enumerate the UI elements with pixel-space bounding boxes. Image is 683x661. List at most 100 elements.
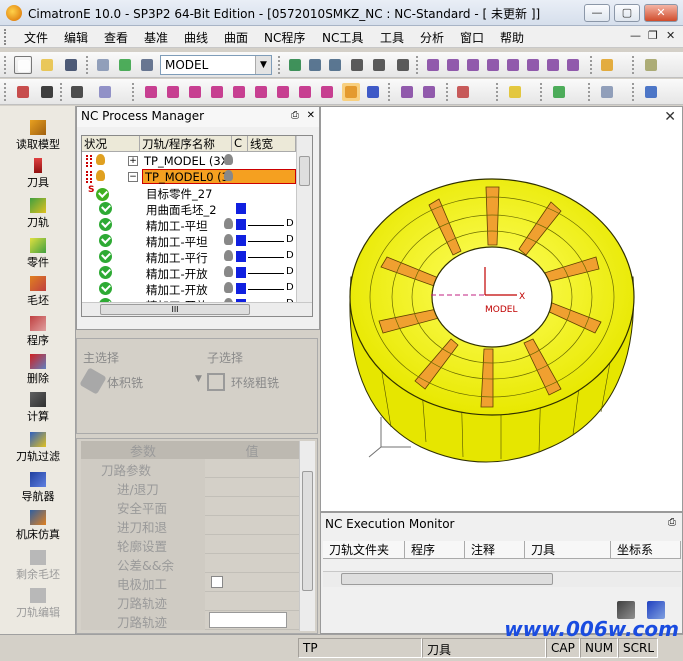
- color-swatch[interactable]: [236, 283, 246, 294]
- filter-point-icon[interactable]: [142, 83, 160, 101]
- render-mode-icon[interactable]: [598, 56, 616, 74]
- zoom-icon[interactable]: [348, 56, 366, 74]
- calculate-button[interactable]: 计算: [0, 392, 76, 424]
- visibility-bulb-icon[interactable]: [224, 250, 233, 261]
- menu-analysis[interactable]: 分析: [420, 29, 444, 46]
- column-ucs[interactable]: 坐标系: [611, 541, 681, 559]
- tree-vertical-scrollbar[interactable]: [296, 136, 312, 302]
- delete-button[interactable]: 删除: [0, 354, 76, 386]
- scroll-thumb[interactable]: [299, 156, 310, 186]
- machine-sim-button[interactable]: 机床仿真: [0, 510, 76, 542]
- expand-icon[interactable]: +: [128, 156, 138, 166]
- tool-button[interactable]: 刀具: [0, 158, 76, 190]
- tree-row[interactable]: S 目标零件_27: [82, 185, 296, 201]
- column-status[interactable]: 状况: [82, 136, 140, 152]
- menu-surface[interactable]: 曲面: [224, 29, 248, 46]
- color-swatch[interactable]: [236, 235, 246, 246]
- menu-file[interactable]: 文件: [24, 29, 48, 46]
- graphics-viewport[interactable]: ✕ X MODEL: [320, 106, 683, 512]
- program-button[interactable]: 程序: [0, 316, 76, 348]
- filter-edge-icon[interactable]: [208, 83, 226, 101]
- chevron-down-icon[interactable]: ▼: [255, 56, 271, 74]
- filter-active-icon[interactable]: [342, 83, 360, 101]
- model-select[interactable]: MODEL ▼: [160, 55, 272, 75]
- visibility-bulb-icon[interactable]: [224, 282, 233, 293]
- column-c[interactable]: C: [232, 136, 248, 152]
- tree-row[interactable]: 精加工-开放 D: [82, 281, 296, 297]
- menu-datum[interactable]: 基准: [144, 29, 168, 46]
- line-icon[interactable]: [598, 83, 616, 101]
- plane-icon[interactable]: [550, 83, 568, 101]
- mdi-restore-button[interactable]: ❐: [648, 29, 658, 42]
- pin-icon[interactable]: ⎙: [668, 517, 676, 528]
- filter-face-icon[interactable]: [186, 83, 204, 101]
- view-other-icon[interactable]: [564, 56, 582, 74]
- filter-all-icon[interactable]: [318, 83, 336, 101]
- sketch-icon[interactable]: [506, 83, 524, 101]
- visibility-bulb-icon[interactable]: [224, 218, 233, 229]
- column-program[interactable]: 程序: [405, 541, 465, 559]
- analysis-icon[interactable]: [420, 83, 438, 101]
- menu-edit[interactable]: 编辑: [64, 29, 88, 46]
- swap-icon[interactable]: [364, 83, 382, 101]
- view-right-icon[interactable]: [484, 56, 502, 74]
- zoom-all-icon[interactable]: [286, 56, 304, 74]
- show-icon[interactable]: [116, 56, 134, 74]
- cursor-icon[interactable]: [38, 83, 56, 101]
- toolpath-edit-button[interactable]: 刀轨编辑: [0, 588, 76, 620]
- toolpath-filter-button[interactable]: 刀轨过滤: [0, 432, 76, 464]
- param-row[interactable]: 轮廓设置: [81, 535, 299, 554]
- chevron-down-icon[interactable]: ▼: [195, 374, 202, 384]
- mdi-close-button[interactable]: ✕: [666, 29, 675, 42]
- menu-help[interactable]: 帮助: [500, 29, 524, 46]
- visibility-bulb-icon[interactable]: [224, 170, 233, 181]
- column-name[interactable]: 刀轨/程序名称: [140, 136, 232, 152]
- filter-body-icon[interactable]: [252, 83, 270, 101]
- zoom-window-icon[interactable]: [306, 56, 324, 74]
- tree-horizontal-scrollbar[interactable]: III: [82, 302, 312, 316]
- open-file-icon[interactable]: [38, 56, 56, 74]
- layer-icon[interactable]: [454, 83, 472, 101]
- part-button[interactable]: 零件: [0, 238, 76, 270]
- read-model-button[interactable]: 读取模型: [0, 120, 76, 152]
- filter-icon[interactable]: [138, 56, 156, 74]
- tree-row[interactable]: 精加工-平坦 D: [82, 217, 296, 233]
- column-tool[interactable]: 刀具: [525, 541, 611, 559]
- process-tree[interactable]: 状况 刀轨/程序名称 C 线宽 + TP_MODEL (3X − TP_MODE…: [81, 135, 313, 317]
- visibility-bulb-icon[interactable]: [224, 266, 233, 277]
- undo-icon[interactable]: [96, 83, 114, 101]
- navigator-button[interactable]: 导航器: [0, 472, 76, 504]
- toolpath-value-field[interactable]: [209, 612, 287, 628]
- tree-row[interactable]: 精加工-平坦 D: [82, 233, 296, 249]
- hide-icon[interactable]: [94, 56, 112, 74]
- new-file-icon[interactable]: [14, 56, 32, 74]
- filter-set-icon[interactable]: [230, 83, 248, 101]
- zoom-dynamic-icon[interactable]: [326, 56, 344, 74]
- filter-datum-icon[interactable]: [274, 83, 292, 101]
- remaining-stock-button[interactable]: 剩余毛坯: [0, 550, 76, 582]
- light-icon[interactable]: [642, 56, 660, 74]
- save-file-icon[interactable]: [62, 56, 80, 74]
- minimize-button[interactable]: —: [584, 4, 610, 22]
- menu-curve[interactable]: 曲线: [184, 29, 208, 46]
- visibility-bulb-icon[interactable]: [224, 234, 233, 245]
- param-row[interactable]: 进刀和退: [81, 516, 299, 535]
- menu-nc-tools[interactable]: NC工具: [322, 29, 363, 46]
- main-selection-value[interactable]: 体积铣: [107, 374, 143, 391]
- view-back-icon[interactable]: [524, 56, 542, 74]
- toolpath-button[interactable]: 刀轨: [0, 198, 76, 230]
- param-row[interactable]: 刀路参数: [81, 459, 299, 478]
- view-iso-icon[interactable]: [424, 56, 442, 74]
- view-front-icon[interactable]: [464, 56, 482, 74]
- param-row[interactable]: 刀路轨迹: [81, 592, 299, 611]
- tree-row[interactable]: 用曲面毛坯_2: [82, 201, 296, 217]
- color-swatch[interactable]: [236, 267, 246, 278]
- filter-curve-icon[interactable]: [164, 83, 182, 101]
- pick-icon[interactable]: [68, 83, 86, 101]
- maximize-button[interactable]: ▢: [614, 4, 640, 22]
- tree-row[interactable]: 精加工-开放 D: [82, 265, 296, 281]
- column-toolpath-folder[interactable]: 刀轨文件夹: [323, 541, 405, 559]
- sub-selection-value[interactable]: 环绕粗铣: [231, 374, 279, 391]
- tree-row[interactable]: + TP_MODEL (3X: [82, 153, 296, 169]
- tree-row[interactable]: 精加工-平行 D: [82, 249, 296, 265]
